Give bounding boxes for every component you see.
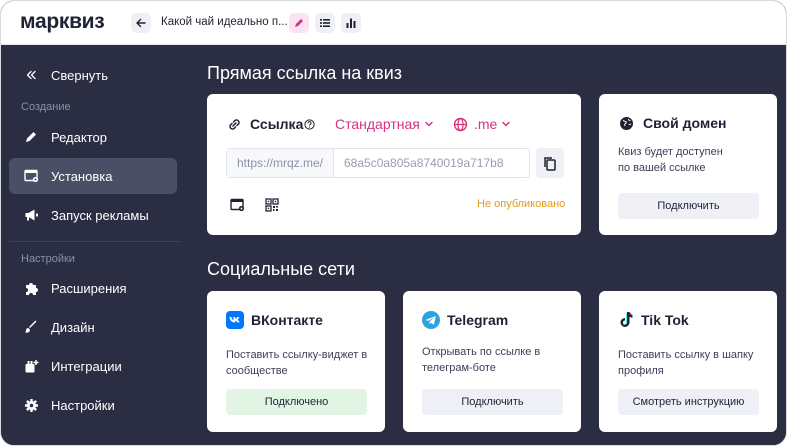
tiktok-title-text: Tik Tok <box>641 312 689 328</box>
link-label: Ссылка <box>250 116 304 132</box>
tiktok-title: Tik Tok <box>618 311 689 329</box>
tiktok-text-1: Поставить ссылку в шапку <box>618 349 754 361</box>
help-icon[interactable] <box>304 119 315 130</box>
chevron-down-icon <box>502 121 511 127</box>
top-bar: марквиз Какой чай идеально п... <box>1 1 786 45</box>
sidebar-item-ads[interactable]: Запуск рекламы <box>9 197 177 233</box>
vk-icon <box>226 311 244 329</box>
browser-settings-icon <box>229 198 244 212</box>
custom-domain-text-2: по вашей ссылке <box>618 162 706 174</box>
app-window: марквиз Какой чай идеально п... Свернуть… <box>0 0 787 446</box>
globe-icon <box>620 116 633 130</box>
vk-title: ВКонтакте <box>226 311 323 329</box>
vk-text-1: Поставить ссылку-виджет в <box>226 349 368 361</box>
sidebar-item-design[interactable]: Дизайн <box>9 309 177 345</box>
sidebar-item-label: Редактор <box>51 129 107 145</box>
sidebar-item-label: Запуск рекламы <box>51 207 149 223</box>
double-chevron-left-icon <box>23 67 39 83</box>
sidebar-item-label: Дизайн <box>51 319 95 335</box>
sidebar-divider <box>9 241 181 242</box>
sidebar-item-label: Установка <box>51 168 113 184</box>
megaphone-icon <box>23 207 39 223</box>
tiktok-card: Tik Tok Поставить ссылку в шапку профиля… <box>599 291 777 432</box>
quiz-url-field[interactable]: https://mrqz.me/ 68a5c0a805a8740019a717b… <box>226 148 530 178</box>
direct-link-heading: Прямая ссылка на квиз <box>207 63 403 83</box>
logo: марквиз <box>20 10 105 33</box>
domain-zone-value: .me <box>474 116 498 132</box>
custom-domain-title: Свой домен <box>619 115 726 131</box>
gear-icon <box>23 397 39 413</box>
brush-icon <box>23 319 39 335</box>
qr-code-button[interactable] <box>261 194 283 216</box>
link-icon <box>229 119 240 130</box>
section-create-label: Создание <box>21 101 71 113</box>
domain-zone-select[interactable]: .me <box>453 116 511 132</box>
sidebar-item-label: Интеграции <box>51 358 122 374</box>
link-type-value: Стандартная <box>335 116 420 132</box>
tiktok-icon <box>620 312 633 327</box>
telegram-title: Telegram <box>422 311 508 329</box>
open-in-browser-button[interactable] <box>226 194 248 216</box>
telegram-icon <box>422 311 440 329</box>
sidebar-item-integrations[interactable]: Интеграции <box>9 348 177 384</box>
globe-icon <box>453 117 468 131</box>
puzzle-icon <box>23 280 39 296</box>
social-heading: Социальные сети <box>207 259 355 279</box>
bar-chart-icon <box>346 18 356 28</box>
telegram-text-1: Открывать по ссылке в <box>422 346 541 358</box>
vk-text-2: сообществе <box>226 365 288 377</box>
collapse-label: Свернуть <box>51 67 109 83</box>
sidebar-item-editor[interactable]: Редактор <box>9 119 177 155</box>
vk-title-text: ВКонтакте <box>251 312 323 328</box>
connect-domain-button[interactable]: Подключить <box>618 193 759 219</box>
custom-domain-text-1: Квиз будет доступен <box>618 146 723 158</box>
copy-icon <box>544 156 556 171</box>
main-content: Прямая ссылка на квиз Ссылка Стандартная… <box>189 45 786 445</box>
vk-connected-button[interactable]: Подключено <box>226 389 367 415</box>
sidebar-item-label: Настройки <box>51 397 115 413</box>
telegram-text-2: телеграм-боте <box>422 362 496 374</box>
vk-card: ВКонтакте Поставить ссылку-виджет в сооб… <box>207 291 385 432</box>
arrow-left-icon <box>136 18 146 28</box>
sidebar: Свернуть Создание Редактор Установка Зап… <box>1 45 189 445</box>
direct-link-card: Ссылка Стандартная .me https://mrqz.me/ … <box>207 94 581 235</box>
quiz-title[interactable]: Какой чай идеально п... <box>161 16 288 28</box>
sidebar-item-install[interactable]: Установка <box>9 158 177 194</box>
section-settings-label: Настройки <box>21 253 75 265</box>
back-button[interactable] <box>131 13 151 33</box>
stats-button[interactable] <box>341 13 361 33</box>
collapse-sidebar-button[interactable]: Свернуть <box>9 57 177 93</box>
list-icon <box>320 19 330 27</box>
custom-domain-title-text: Свой домен <box>643 115 727 131</box>
qr-code-icon <box>265 198 279 212</box>
tiktok-instruction-button[interactable]: Смотреть инструкцию <box>618 389 759 415</box>
edit-button[interactable] <box>289 13 309 33</box>
pencil-icon <box>295 19 303 27</box>
url-id[interactable]: 68a5c0a805a8740019a717b8 <box>334 149 529 177</box>
sidebar-item-extensions[interactable]: Расширения <box>9 270 177 306</box>
questions-list-button[interactable] <box>315 13 335 33</box>
url-prefix: https://mrqz.me/ <box>227 149 334 177</box>
tiktok-text-2: профиля <box>618 365 664 377</box>
sidebar-item-label: Расширения <box>51 280 127 296</box>
publish-status: Не опубликовано <box>477 198 566 210</box>
telegram-card: Telegram Открывать по ссылке в телеграм-… <box>403 291 581 432</box>
telegram-title-text: Telegram <box>447 312 509 328</box>
pencil-icon <box>23 129 39 145</box>
chevron-down-icon <box>425 121 433 127</box>
custom-domain-card: Свой домен Квиз будет доступен по вашей … <box>599 94 777 235</box>
copy-link-button[interactable] <box>536 148 564 178</box>
link-type-select[interactable]: Стандартная <box>335 116 434 132</box>
install-icon <box>23 168 39 184</box>
integrations-icon <box>23 358 39 374</box>
sidebar-item-settings[interactable]: Настройки <box>9 387 177 423</box>
telegram-connect-button[interactable]: Подключить <box>422 389 563 415</box>
